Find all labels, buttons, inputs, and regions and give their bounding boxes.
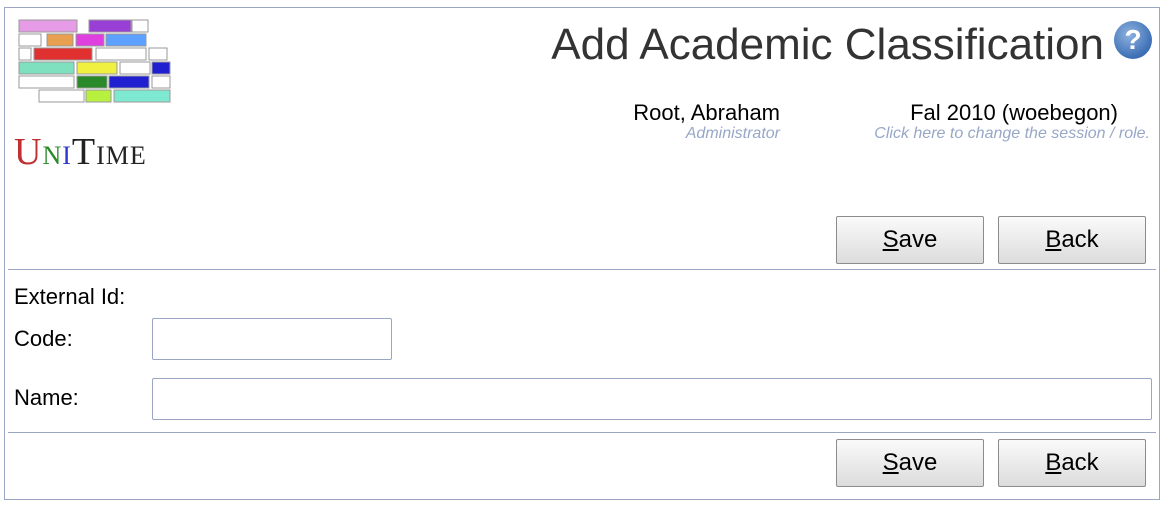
save-label: ave	[898, 449, 938, 476]
help-icon[interactable]: ?	[1114, 21, 1152, 59]
code-input[interactable]	[152, 318, 392, 360]
logo-grid-graphic	[14, 18, 174, 118]
session-name: Fal 2010 (woebegon)	[910, 100, 1118, 125]
session-hint: Click here to change the session / role.	[874, 125, 1150, 142]
save-label: ave	[898, 226, 938, 253]
page-title: Add Academic Classification	[551, 20, 1104, 69]
page-frame	[4, 7, 1160, 500]
save-button-bottom[interactable]: Save	[836, 439, 984, 487]
external-id-label: External Id:	[14, 284, 126, 309]
name-input[interactable]	[152, 378, 1152, 420]
title-row: Add Academic Classification ?	[551, 20, 1152, 70]
user-name: Root, Abraham	[633, 100, 780, 125]
user-info[interactable]: Root, Abraham Administrator	[633, 100, 780, 143]
divider-bottom	[8, 432, 1156, 433]
back-button-bottom[interactable]: Back	[998, 439, 1146, 487]
unitime-logo[interactable]: UNITIME	[14, 18, 174, 178]
save-button-top[interactable]: Save	[836, 216, 984, 264]
save-accesskey: S	[882, 449, 899, 476]
back-label: ack	[1061, 226, 1099, 253]
divider-top	[8, 269, 1156, 270]
user-role: Administrator	[685, 125, 780, 142]
back-button-top[interactable]: Back	[998, 216, 1146, 264]
code-label: Code:	[14, 326, 73, 351]
back-accesskey: B	[1045, 226, 1062, 253]
name-label: Name:	[14, 385, 79, 410]
logo-wordmark: UNITIME	[14, 131, 147, 173]
save-accesskey: S	[882, 226, 899, 253]
back-accesskey: B	[1045, 449, 1062, 476]
session-info[interactable]: Fal 2010 (woebegon) Click here to change…	[874, 100, 1150, 143]
back-label: ack	[1061, 449, 1099, 476]
